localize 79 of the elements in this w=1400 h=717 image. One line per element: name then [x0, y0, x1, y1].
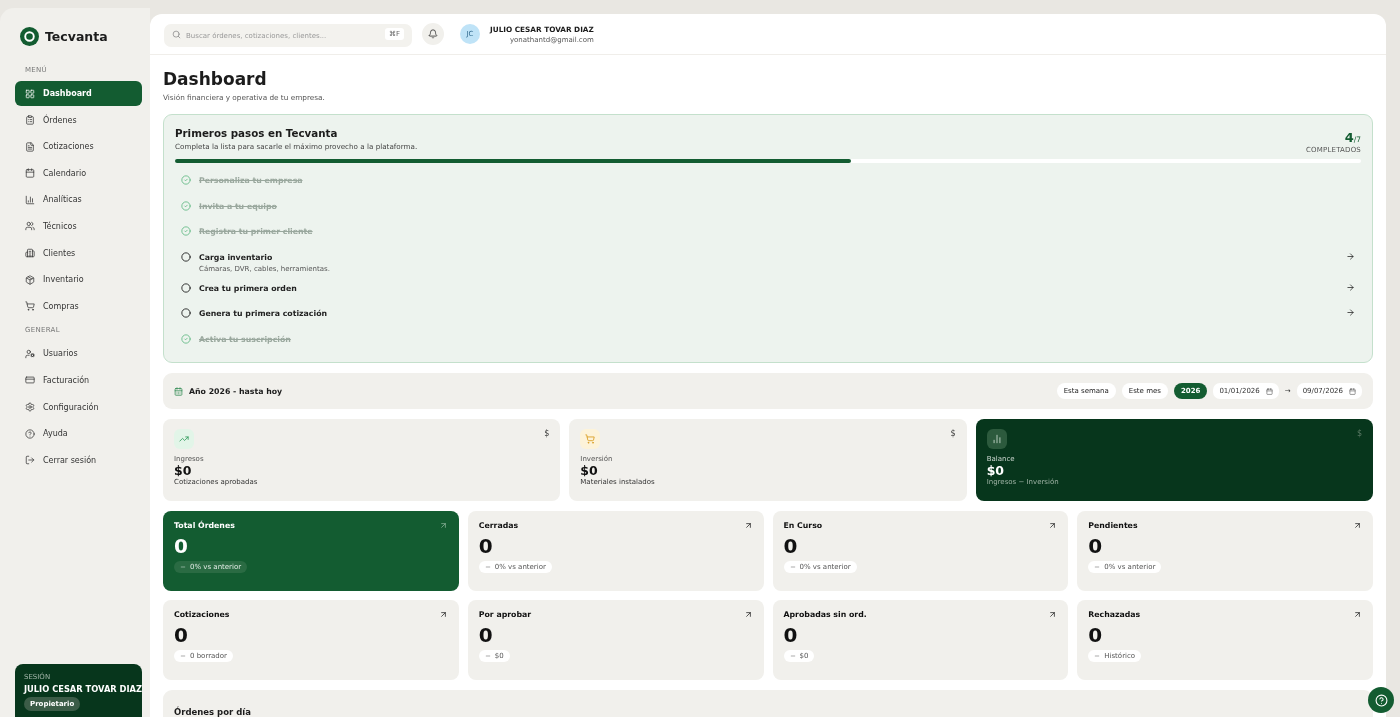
- nav-item[interactable]: Cerrar sesión: [15, 447, 142, 473]
- currency-symbol: $: [1356, 429, 1362, 438]
- nav-icon: [25, 115, 35, 126]
- nav-icon: [25, 375, 35, 386]
- nav-item[interactable]: Técnicos: [15, 213, 142, 239]
- bell-icon: [428, 29, 438, 39]
- nav-icon: [25, 248, 35, 259]
- nav-item[interactable]: Calendario: [15, 160, 142, 186]
- finance-value: $0: [580, 463, 599, 478]
- nav-icon: [25, 301, 35, 312]
- arrow-up-right-icon[interactable]: [438, 521, 448, 530]
- nav-icon: [25, 88, 35, 99]
- minus-icon: [180, 564, 186, 570]
- arrow-right-icon[interactable]: [1346, 251, 1355, 261]
- nav-icon: [25, 274, 35, 285]
- nav-item[interactable]: Facturación: [15, 367, 142, 393]
- metric-value: 0: [783, 534, 798, 558]
- help-button[interactable]: [1368, 687, 1394, 713]
- nav-item[interactable]: Clientes: [15, 240, 142, 266]
- nav-item[interactable]: Órdenes: [15, 107, 142, 133]
- currency-symbol: $: [544, 429, 550, 438]
- cart-icon: [585, 434, 596, 444]
- completed-count: 4: [1344, 130, 1354, 145]
- metric-value: 0: [174, 623, 188, 647]
- metric-value: 0: [783, 623, 798, 647]
- arrow-right-icon[interactable]: [1346, 308, 1355, 317]
- minus-icon: [1094, 564, 1101, 570]
- bar-chart-icon: [991, 434, 1002, 444]
- arrow-up-right-icon[interactable]: [743, 521, 753, 530]
- calendar-icon: [1265, 387, 1273, 395]
- metric-value: 0: [174, 534, 188, 558]
- onboarding-title: Primeros pasos en Tecvanta: [175, 127, 339, 139]
- metric-value: 0: [1088, 534, 1103, 558]
- nav-item[interactable]: Dashboard: [15, 81, 142, 106]
- arrow-right-icon[interactable]: [1346, 282, 1355, 292]
- help-icon: [1374, 693, 1388, 707]
- arrow-up-right-icon[interactable]: [1353, 521, 1362, 530]
- nav-icon: [25, 348, 35, 359]
- arrow-up-right-icon[interactable]: [743, 610, 753, 619]
- minus-icon: [484, 564, 491, 570]
- finance-value: $0: [174, 463, 193, 478]
- metric-value: 0: [478, 623, 493, 647]
- finance-value: $0: [986, 463, 1006, 478]
- nav-icon: [25, 194, 35, 205]
- nav-icon: [25, 168, 35, 179]
- minus-icon: [789, 564, 796, 570]
- nav-item[interactable]: Compras: [15, 293, 142, 319]
- nav-icon: [25, 141, 35, 152]
- nav-item[interactable]: Analíticas: [15, 187, 142, 213]
- nav-icon: [25, 428, 35, 439]
- nav-icon: [25, 221, 35, 232]
- chart-title: Órdenes por día: [174, 707, 251, 717]
- metric-value: 0: [1088, 623, 1103, 647]
- minus-icon: [1094, 653, 1101, 659]
- currency-symbol: $: [950, 429, 956, 438]
- minus-icon: [180, 653, 186, 659]
- nav-item[interactable]: Usuarios: [15, 341, 142, 367]
- arrow-up-right-icon[interactable]: [1048, 521, 1058, 530]
- nav-item[interactable]: Inventario: [15, 267, 142, 293]
- calendar-icon: [1349, 387, 1356, 395]
- search-icon: [172, 29, 181, 39]
- trend-up-icon: [179, 434, 189, 444]
- metric-value: 0: [478, 534, 493, 558]
- session-user-name: JULIO CESAR TOVAR DIAZ: [24, 684, 143, 694]
- calendar-icon: [174, 386, 183, 396]
- arrow-up-right-icon[interactable]: [438, 610, 448, 619]
- nav-icon: [25, 402, 35, 413]
- nav-item[interactable]: Configuración: [15, 394, 142, 420]
- logo-icon: [20, 27, 39, 46]
- minus-icon: [484, 653, 491, 659]
- arrow-up-right-icon[interactable]: [1353, 610, 1362, 619]
- nav-item[interactable]: Ayuda: [15, 421, 142, 447]
- page-title: Dashboard: [163, 69, 268, 89]
- notifications-button[interactable]: [422, 23, 444, 45]
- brand-name: Tecvanta: [45, 29, 108, 44]
- minus-icon: [789, 653, 796, 659]
- arrow-up-right-icon[interactable]: [1048, 610, 1058, 619]
- nav-icon: [25, 455, 35, 466]
- nav-item[interactable]: Cotizaciones: [15, 134, 142, 160]
